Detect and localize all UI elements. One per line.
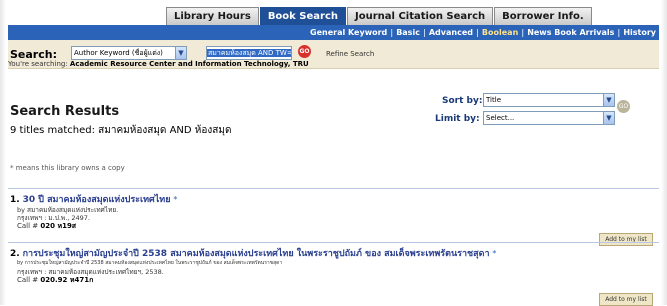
tab-borrower-info[interactable]: Borrower Info.	[494, 7, 592, 25]
tab-book-search[interactable]: Book Search	[259, 7, 347, 25]
main-tabs: Library Hours Book Search Journal Citati…	[166, 7, 593, 25]
search-bar: Search: Author Keyword (ชื่อผู้แต่ง) ▼ ส…	[8, 40, 659, 69]
searching-prefix: You're searching:	[8, 60, 68, 68]
chevron-down-icon[interactable]: ▼	[175, 47, 186, 59]
record-title-link[interactable]: 30 ปี สมาคมห้องสมุดแห่งประเทศไทย	[23, 195, 171, 205]
page: Library Hours Book Search Journal Citati…	[0, 0, 667, 306]
record-title-row: 2. การประชุมใหญ่สามัญประจำปี 2538 สมาคมห…	[10, 246, 496, 260]
add-to-my-list-button[interactable]: Add to my list	[599, 233, 653, 246]
divider	[8, 242, 659, 243]
record-title-row: 1. 30 ปี สมาคมห้องสมุดแห่งประเทศไทย *	[10, 192, 177, 206]
owned-copy-icon: *	[492, 249, 497, 258]
chevron-down-icon[interactable]: ▼	[603, 94, 614, 106]
right-shadow	[661, 0, 667, 305]
searching-location: You're searching: Academic Resource Cent…	[8, 60, 309, 68]
owned-copy-icon: *	[173, 195, 178, 204]
record-title-link[interactable]: การประชุมใหญ่สามัญประจำปี 2538 สมาคมห้อง…	[23, 249, 490, 259]
call-label: Call #	[17, 276, 39, 284]
call-label: Call #	[17, 222, 39, 230]
search-query-value: สมาคมห้องสมุด AND TW=ห้องส	[207, 49, 291, 57]
limit-select[interactable]: Select... ▼	[483, 111, 615, 125]
sort-go-button[interactable]: GO	[617, 100, 630, 113]
search-type-value: Author Keyword (ชื่อผู้แต่ง)	[74, 49, 163, 57]
search-type-nav: General Keyword | Basic | Advanced | Boolean | N…	[8, 25, 659, 40]
record-call-number: Call # 020.92 ห471ก	[17, 275, 93, 286]
record-author: by การประชุมใหญ่สามัญประจำปี 2538 สมาคมห…	[17, 260, 283, 266]
call-number-value: 020.92 ห471ก	[40, 276, 94, 284]
tab-journal-citation-search[interactable]: Journal Citation Search	[347, 7, 494, 25]
result-record: 1. 30 ปี สมาคมห้องสมุดแห่งประเทศไทย * by…	[8, 192, 659, 246]
search-type-select[interactable]: Author Keyword (ชื่อผู้แต่ง) ▼	[71, 46, 187, 60]
go-button[interactable]: GO	[298, 45, 311, 58]
refine-search-link[interactable]: Refine Search	[326, 50, 374, 58]
nav-history[interactable]: History	[620, 28, 659, 37]
left-shadow	[0, 0, 6, 305]
record-number: 1.	[10, 195, 20, 205]
call-number-value: 020 ห19ส	[40, 222, 77, 230]
nav-news-book-arrivals[interactable]: News Book Arrivals	[524, 28, 617, 37]
nav-basic[interactable]: Basic	[393, 28, 423, 37]
results-header: Search Results 9 titles matched: สมาคมห้…	[8, 69, 659, 185]
chevron-down-icon[interactable]: ▼	[603, 112, 614, 124]
limit-value: Select...	[486, 114, 515, 122]
result-record: 2. การประชุมใหญ่สามัญประจำปี 2538 สมาคมห…	[8, 246, 659, 306]
tab-library-hours[interactable]: Library Hours	[166, 7, 259, 25]
nav-boolean[interactable]: Boolean	[479, 28, 521, 37]
nav-general-keyword[interactable]: General Keyword	[307, 28, 390, 37]
sort-value: Title	[486, 96, 502, 104]
limit-label: Limit by:	[435, 114, 480, 124]
results-title: Search Results	[10, 104, 120, 119]
record-call-number: Call # 020 ห19ส	[17, 221, 76, 232]
nav-advanced[interactable]: Advanced	[426, 28, 476, 37]
sort-label: Sort by:	[442, 96, 483, 106]
owns-copy-note: * means this library owns a copy	[10, 164, 125, 172]
search-input[interactable]: สมาคมห้องสมุด AND TW=ห้องส	[206, 46, 292, 60]
add-to-my-list-button[interactable]: Add to my list	[599, 293, 653, 306]
searching-target: Academic Resource Center and Information…	[69, 60, 309, 68]
results-matched: 9 titles matched: สมาคมห้องสมุด AND ห้อง…	[10, 125, 232, 136]
record-number: 2.	[10, 249, 20, 259]
sort-select[interactable]: Title ▼	[483, 93, 615, 107]
divider	[8, 188, 659, 189]
